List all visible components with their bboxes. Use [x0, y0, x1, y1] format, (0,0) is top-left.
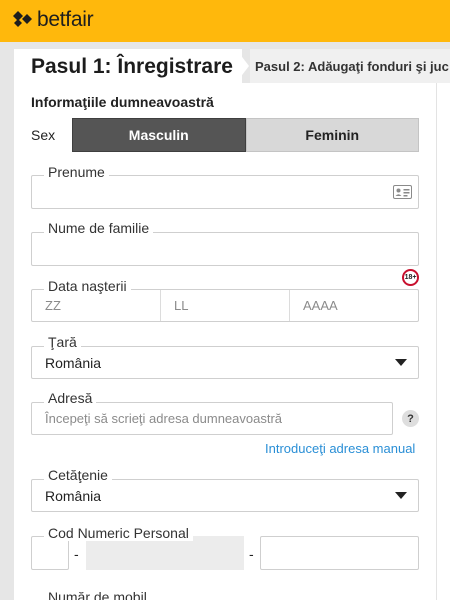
card-edge [436, 83, 450, 600]
cnp-label: Cod Numeric Personal [44, 525, 193, 541]
birth-year-placeholder: AAAA [303, 298, 338, 313]
brand-name: betfair [37, 8, 94, 31]
birth-month-placeholder: LL [174, 298, 189, 313]
sex-label: Sex [31, 127, 56, 143]
step-1-label: Pasul 1: Înregistrare [31, 55, 233, 78]
last-name-label: Nume de familie [44, 220, 154, 236]
chevron-down-icon [395, 492, 407, 499]
cnp-separator: - [249, 546, 254, 562]
step-1-arrow [236, 49, 249, 83]
chevron-down-icon [395, 359, 407, 366]
sex-option-male-button[interactable]: Masculin [72, 118, 246, 152]
sex-option-female-button[interactable]: Feminin [245, 118, 419, 152]
address-label: Adresă [44, 390, 97, 406]
age-18-icon: 18+ [402, 269, 419, 286]
id-card-icon[interactable] [393, 185, 412, 199]
birth-day-input[interactable]: ZZ [32, 290, 160, 321]
citizenship-value: România [45, 488, 102, 504]
betfair-logo[interactable]: betfair [12, 8, 94, 32]
birth-year-input[interactable]: AAAA [290, 290, 418, 321]
step-2-label: Pasul 2: Adăugaţi fonduri şi juc [255, 59, 449, 74]
birth-month-input[interactable]: LL [161, 290, 289, 321]
last-name-input[interactable] [31, 232, 419, 266]
betfair-diamonds-icon [13, 11, 32, 27]
sex-toggle: Masculin Feminin [72, 118, 419, 152]
first-name-input[interactable] [31, 175, 419, 209]
help-icon[interactable]: ? [402, 410, 419, 427]
top-bar: betfair [0, 0, 450, 42]
cnp-part-2-input[interactable] [86, 536, 244, 570]
manual-address-link[interactable]: Introduceţi adresa manual [265, 441, 415, 456]
country-label: Ţară [44, 334, 81, 350]
section-title: Informaţiile dumneavoastră [31, 94, 214, 110]
citizenship-label: Cetăţenie [44, 467, 112, 483]
cnp-part-1-input[interactable] [31, 536, 69, 570]
birth-date-label: Data naşterii [44, 278, 131, 294]
address-placeholder: Începeţi să scrieţi adresa dumneavoastră [45, 411, 283, 426]
birth-day-placeholder: ZZ [45, 298, 61, 313]
cnp-separator: - [74, 546, 79, 562]
mobile-label: Număr de mobil [44, 589, 151, 600]
country-value: România [45, 355, 102, 371]
first-name-label: Prenume [44, 164, 109, 180]
cnp-part-3-input[interactable] [260, 536, 419, 570]
